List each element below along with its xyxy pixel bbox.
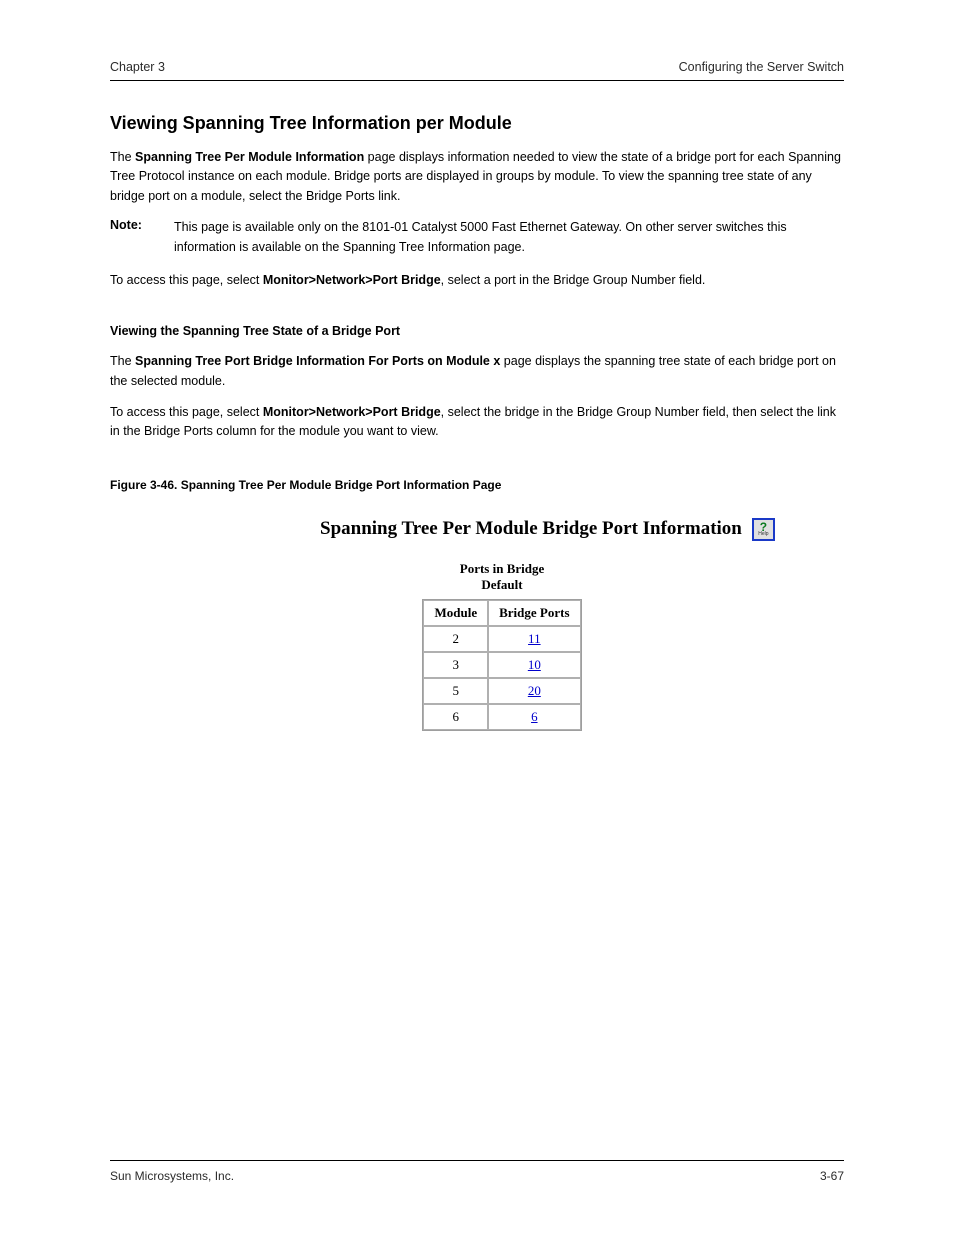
table-super-caption: Ports in Bridge Default <box>460 561 545 593</box>
cell-bridge-ports: 11 <box>488 626 580 652</box>
note-block: Note: This page is available only on the… <box>110 218 844 257</box>
paragraph-2: To access this page, select Monitor>Netw… <box>110 271 844 290</box>
text: The <box>110 150 135 164</box>
table-row: 6 6 <box>423 704 580 730</box>
paragraph-1: The Spanning Tree Per Module Information… <box>110 148 844 206</box>
footer-rule <box>110 1160 844 1161</box>
table-row: 3 10 <box>423 652 580 678</box>
section-heading: Viewing Spanning Tree Information per Mo… <box>110 113 844 134</box>
figure-caption: Figure 3-46. Spanning Tree Per Module Br… <box>110 478 844 492</box>
footer-left: Sun Microsystems, Inc. <box>110 1169 234 1183</box>
cell-module: 3 <box>423 652 488 678</box>
running-head-right: Configuring the Server Switch <box>679 60 844 74</box>
table-header-row: Module Bridge Ports <box>423 600 580 626</box>
figure-title: Spanning Tree Per Module Bridge Port Inf… <box>320 518 742 540</box>
text: The <box>110 354 135 368</box>
paragraph-3: The Spanning Tree Port Bridge Informatio… <box>110 352 844 391</box>
cell-bridge-ports: 6 <box>488 704 580 730</box>
text: page. <box>490 240 525 254</box>
figure: Spanning Tree Per Module Bridge Port Inf… <box>110 518 844 731</box>
text: To access this page, select <box>110 405 263 419</box>
page-footer: Sun Microsystems, Inc. 3-67 <box>110 1160 844 1183</box>
note-body: This page is available only on the 8101-… <box>174 218 844 257</box>
emph: Spanning Tree Information <box>343 240 490 254</box>
note-label: Note: <box>110 218 152 257</box>
cell-module: 2 <box>423 626 488 652</box>
help-icon[interactable]: ? Help <box>752 518 775 541</box>
emph: Spanning Tree Per Module Information <box>135 150 364 164</box>
bridge-ports-link[interactable]: 6 <box>531 709 538 724</box>
emph: Monitor>Network>Port Bridge <box>263 273 441 287</box>
col-header-bridge-ports: Bridge Ports <box>488 600 580 626</box>
text: Ports in Bridge <box>460 561 545 576</box>
text: , select a port in the Bridge Group Numb… <box>441 273 706 287</box>
emph: Spanning Tree Port Bridge Information Fo… <box>135 354 500 368</box>
running-head-left: Chapter 3 <box>110 60 165 74</box>
col-header-module: Module <box>423 600 488 626</box>
emph: Monitor>Network>Port Bridge <box>263 405 441 419</box>
sub-heading: Viewing the Spanning Tree State of a Bri… <box>110 324 844 338</box>
cell-module: 5 <box>423 678 488 704</box>
bridge-ports-link[interactable]: 10 <box>528 657 541 672</box>
bridge-ports-table: Module Bridge Ports 2 11 3 10 5 <box>422 599 581 731</box>
cell-bridge-ports: 20 <box>488 678 580 704</box>
top-rule <box>110 80 844 81</box>
bridge-ports-link[interactable]: 11 <box>528 631 541 646</box>
footer-right: 3-67 <box>820 1169 844 1183</box>
cell-bridge-ports: 10 <box>488 652 580 678</box>
text: To access this page, select <box>110 273 263 287</box>
text: Default <box>481 577 522 592</box>
bridge-ports-link[interactable]: 20 <box>528 683 541 698</box>
paragraph-4: To access this page, select Monitor>Netw… <box>110 403 844 442</box>
cell-module: 6 <box>423 704 488 730</box>
table-row: 5 20 <box>423 678 580 704</box>
table-row: 2 11 <box>423 626 580 652</box>
help-icon-label: Help <box>758 532 768 537</box>
